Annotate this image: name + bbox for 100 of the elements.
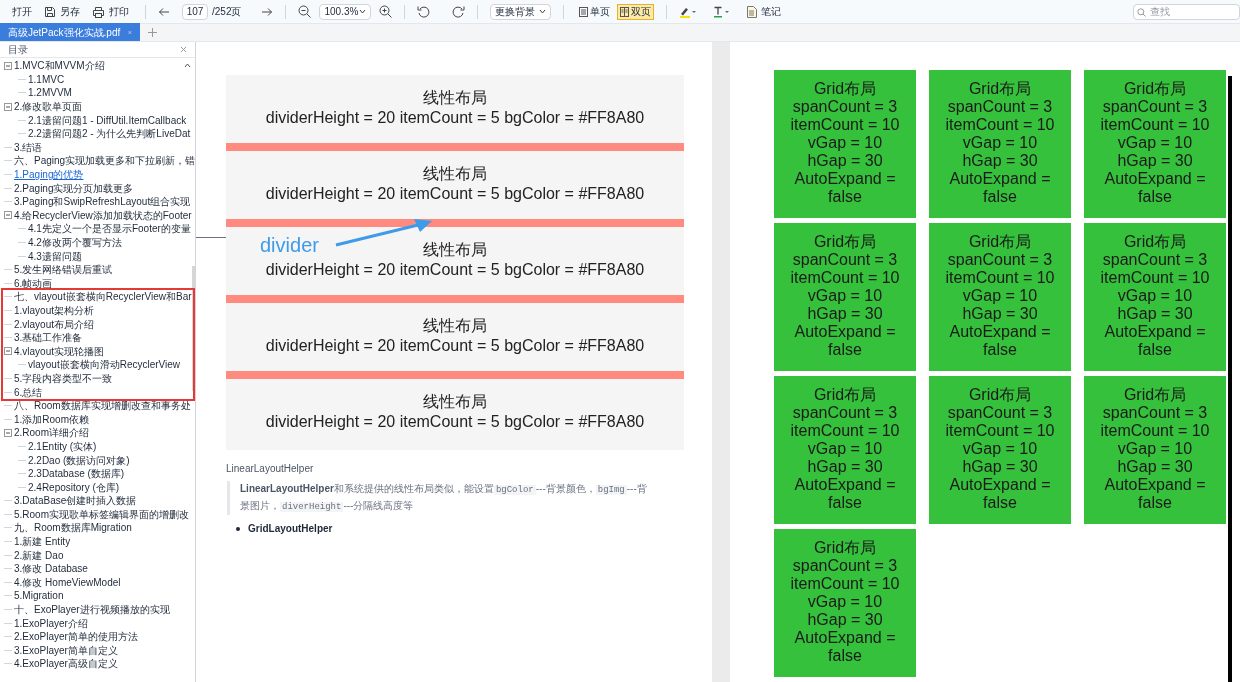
toc-item[interactable]: 1.vlayout架构分析 bbox=[14, 304, 95, 317]
cell-text: false bbox=[828, 647, 862, 665]
back-arrow-icon[interactable] bbox=[158, 6, 170, 17]
cell-text: false bbox=[828, 494, 862, 512]
toc-item[interactable]: 5.发生网络错误后重试 bbox=[14, 263, 113, 277]
collapse-icon[interactable] bbox=[4, 211, 12, 220]
toc-item[interactable]: 六、Paging实现加载更多和下拉刷新，错 bbox=[14, 154, 195, 168]
toc-item[interactable]: 十、ExoPlayer进行视频播放的实现 bbox=[14, 603, 170, 617]
cell-text: Grid布局 bbox=[1123, 233, 1187, 251]
toc-item[interactable]: 2.ExoPlayer简单的使用方法 bbox=[14, 630, 138, 644]
toolbar-button[interactable]: 打印 bbox=[88, 2, 133, 21]
toc-item[interactable]: 6.帧动画 bbox=[14, 276, 53, 290]
collapse-icon[interactable] bbox=[4, 102, 12, 111]
toc-item[interactable]: 6.总结 bbox=[14, 385, 43, 399]
toc-item[interactable]: 4.ExoPlayer高级自定义 bbox=[14, 657, 118, 671]
rotate-right-icon[interactable] bbox=[451, 5, 466, 18]
rotate-left-icon[interactable] bbox=[417, 5, 432, 18]
collapse-icon[interactable] bbox=[4, 61, 12, 70]
scrollbar-thumb[interactable] bbox=[192, 266, 195, 391]
page-input[interactable]: 107 bbox=[182, 3, 208, 20]
toolbar-button[interactable]: 另存 bbox=[40, 2, 84, 21]
toc-item[interactable]: 3.DataBase创建时插入数据 bbox=[14, 494, 137, 508]
toolbar-button[interactable]: 打开 bbox=[8, 2, 36, 21]
toc-item[interactable]: 1.Paging的优势 bbox=[14, 168, 84, 182]
toc-item[interactable]: 2.4Repository (仓库) bbox=[28, 480, 120, 494]
forward-arrow-icon[interactable] bbox=[261, 6, 274, 17]
search-field[interactable]: 查找 bbox=[1133, 3, 1240, 20]
background-dropdown[interactable]: 更换背景 bbox=[490, 3, 552, 20]
cell-text: spanCount = 3 bbox=[792, 251, 898, 269]
toc-item[interactable]: 1.2MVVM bbox=[28, 86, 72, 100]
bullet-text: GridLayoutHelper bbox=[248, 522, 333, 536]
figure-title: 线性布局 bbox=[423, 88, 487, 108]
cell-text: vGap = 10 bbox=[1117, 287, 1193, 305]
toc-item[interactable]: 4.vlayout实现轮播图 bbox=[14, 344, 105, 358]
double-page-icon bbox=[620, 6, 630, 17]
toc-item[interactable]: 2.Paging实现分页加载更多 bbox=[14, 181, 134, 195]
caret-icon[interactable] bbox=[184, 63, 191, 68]
figure-text: dividerHeight = 20 itemCount = 5 bgColor = #FF8A80 bbox=[265, 260, 645, 280]
cell-text: false bbox=[1138, 494, 1172, 512]
zoom-in-icon[interactable] bbox=[379, 5, 393, 18]
close-icon[interactable] bbox=[128, 28, 132, 36]
toc-item[interactable]: 3.Paging和SwipRefreshLayout组合实现 bbox=[14, 195, 191, 209]
toc-item[interactable]: 1.MVC和MVVM介绍 bbox=[14, 59, 105, 73]
toc-item[interactable]: 3.修改 Database bbox=[14, 562, 88, 576]
text-color-icon[interactable] bbox=[713, 5, 732, 18]
highlighter-icon[interactable] bbox=[679, 5, 698, 18]
toc-item[interactable]: 5.字段内容类型不一致 bbox=[14, 371, 113, 385]
toc-item[interactable]: 3.基础工作准备 bbox=[14, 331, 83, 345]
cell-text: AutoExpand = bbox=[1104, 170, 1206, 188]
toc-item[interactable]: 2.3Database (数据库) bbox=[28, 467, 125, 481]
toc-item[interactable]: 1.ExoPlayer介绍 bbox=[14, 616, 88, 630]
cell-text: vGap = 10 bbox=[807, 134, 883, 152]
document-tab[interactable]: 高级JetPack强化实战.pdf bbox=[0, 23, 140, 41]
toc-item[interactable]: 4.修改 HomeViewModel bbox=[14, 575, 121, 589]
cell-text: itemCount = 10 bbox=[790, 422, 900, 440]
figure-text: dividerHeight = 20 itemCount = 5 bgColor = #FF8A80 bbox=[265, 108, 645, 128]
toc-item[interactable]: 5.Room实现歌单标签编辑界面的增删改 bbox=[14, 507, 189, 521]
cell-text: spanCount = 3 bbox=[792, 404, 898, 422]
cell-text: itemCount = 10 bbox=[1100, 269, 1210, 287]
toc-item[interactable]: 5.Migration bbox=[14, 589, 64, 603]
toc-item[interactable]: 2.1遗留问题1 - DiffUtil.ItemCallback bbox=[28, 113, 187, 127]
toc-item[interactable]: 2.新建 Dao bbox=[14, 548, 64, 562]
toc-item[interactable]: 3.结语 bbox=[14, 140, 43, 154]
toc-item[interactable]: 九、Room数据库Migration bbox=[14, 521, 132, 535]
view-mode-button[interactable]: 双页 bbox=[617, 3, 655, 20]
sidebar-title: 目录 bbox=[8, 43, 28, 57]
toc-item[interactable]: 2.Room详细介绍 bbox=[14, 426, 89, 440]
toc-item[interactable]: 1.新建 Entity bbox=[14, 535, 71, 549]
toc-item[interactable]: 4.3遗留问题 bbox=[28, 249, 82, 263]
plus-icon[interactable] bbox=[148, 28, 157, 37]
toc-item[interactable]: 2.vlayout布局介绍 bbox=[14, 317, 95, 331]
toc-item[interactable]: 2.2遗留问题2 - 为什么先判断LiveDat bbox=[28, 127, 191, 141]
toc-item[interactable]: 2.修改歌单页面 bbox=[14, 100, 83, 114]
toc-item[interactable]: vlayout嵌套横向滑动RecyclerView bbox=[28, 358, 181, 372]
figure-text: dividerHeight = 20 itemCount = 5 bgColor = #FF8A80 bbox=[265, 412, 645, 432]
collapse-icon[interactable] bbox=[4, 428, 12, 437]
cell-text: Grid布局 bbox=[968, 233, 1032, 251]
cell-text: AutoExpand = bbox=[949, 170, 1051, 188]
toc-item[interactable]: 4.2修改两个覆写方法 bbox=[28, 236, 122, 249]
toc-item[interactable]: 1.1MVC bbox=[28, 72, 65, 86]
toc-item[interactable]: 2.2Dao (数据访问对象) bbox=[28, 453, 130, 467]
toc-item[interactable]: 4.给RecyclerView添加加载状态的Footer bbox=[14, 208, 192, 222]
toc-item[interactable]: 1.添加Room依赖 bbox=[14, 412, 89, 426]
cell-text: itemCount = 10 bbox=[1100, 422, 1210, 440]
zoom-dropdown[interactable]: 100.3% bbox=[319, 3, 372, 20]
toc-item[interactable]: 七、vlayout嵌套横向RecyclerView和Bar bbox=[14, 290, 192, 304]
close-icon[interactable] bbox=[180, 46, 187, 53]
toc-item[interactable]: 4.1先定义一个是否显示Footer的变量 bbox=[28, 222, 191, 236]
single-page-icon bbox=[579, 6, 589, 17]
toolbar-button[interactable]: 笔记 bbox=[743, 2, 786, 21]
view-mode-button[interactable]: 单页 bbox=[576, 3, 614, 20]
cell-text: spanCount = 3 bbox=[947, 404, 1053, 422]
figure-title: 线性布局 bbox=[423, 164, 487, 184]
save-icon bbox=[44, 5, 56, 18]
toc-item[interactable]: 八、Room数据库实现增删改查和事务处 bbox=[14, 399, 191, 413]
cell-text: false bbox=[1138, 188, 1172, 206]
collapse-icon[interactable] bbox=[4, 347, 12, 356]
toc-item[interactable]: 2.1Entity (实体) bbox=[28, 439, 97, 453]
toc-item[interactable]: 3.ExoPlayer简单自定义 bbox=[14, 643, 118, 657]
zoom-out-icon[interactable] bbox=[298, 5, 312, 18]
